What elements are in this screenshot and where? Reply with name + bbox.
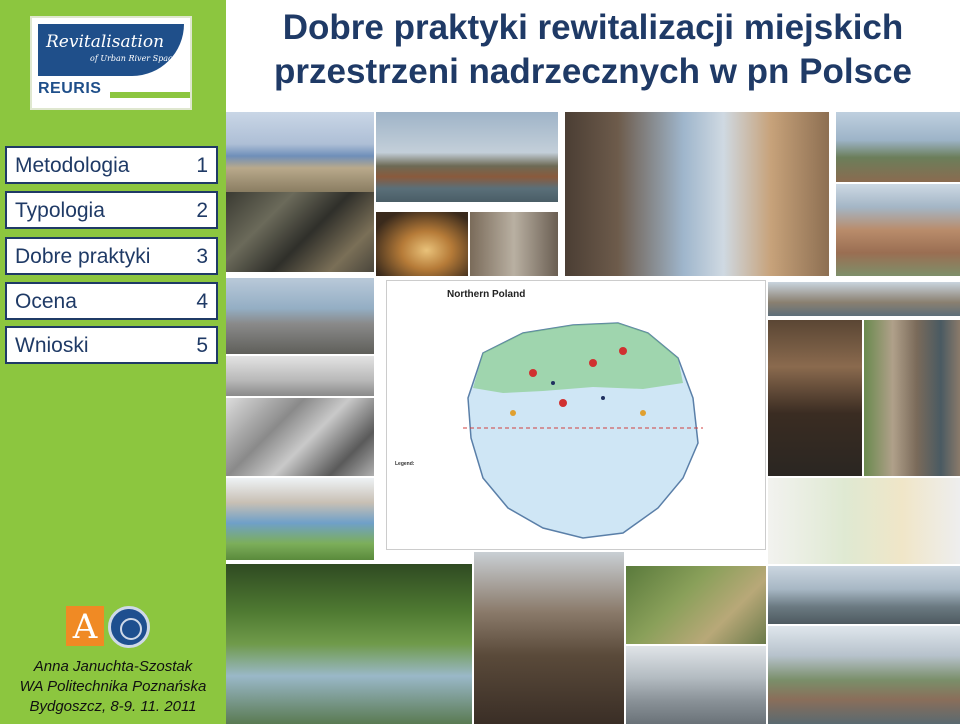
- poland-outline-map: [463, 322, 703, 539]
- photo-aerial-green: [626, 566, 766, 644]
- photo-brick-street: [470, 212, 558, 276]
- photo-historic-map: [226, 398, 374, 476]
- photo-boulevard: [626, 646, 766, 724]
- menu-item-typologia[interactable]: Typologia 2: [5, 191, 218, 229]
- photo-bridge-visualization: [226, 478, 374, 560]
- menu-label: Ocena: [15, 290, 77, 313]
- logo-script-text: Revitalisation: [46, 32, 165, 52]
- photo-route-plan: [768, 478, 960, 564]
- menu-number: 4: [196, 290, 208, 313]
- map-legend: Legend:: [395, 461, 475, 467]
- menu-number: 1: [196, 154, 208, 177]
- menu-label: Typologia: [15, 199, 105, 222]
- menu-item-ocena[interactable]: Ocena 4: [5, 282, 218, 320]
- logo-acronym-box: REURIS: [38, 80, 108, 100]
- author-name: Anna Januchta-Szostak: [33, 658, 193, 675]
- logo-acronym: REURIS: [38, 80, 102, 97]
- architecture-faculty-logo: A: [66, 606, 104, 647]
- photo-river-town: [836, 112, 960, 182]
- photo-gdansk-crane: [565, 112, 829, 276]
- author-affiliation: WA Politechnika Poznańska: [19, 678, 207, 695]
- northern-poland-map: Northern Poland Legend:: [386, 280, 766, 550]
- page-title: Dobre praktyki rewitalizacji miejskich p…: [230, 6, 956, 94]
- logo-banner: Revitalisation of Urban River Spaces: [38, 24, 184, 76]
- photo-riverside-promenade: [226, 278, 374, 354]
- photo-wooden-pavilion: [474, 552, 624, 724]
- map-title: Northern Poland: [447, 289, 526, 300]
- photo-port-lighthouse: [376, 112, 558, 202]
- photo-canal-walls: [864, 320, 960, 476]
- photo-riverside-panorama: [768, 282, 960, 316]
- menu-number: 3: [196, 245, 208, 268]
- photo-aerial-city-night: [226, 192, 374, 272]
- university-seal-logo: [108, 606, 150, 648]
- menu-number: 5: [196, 334, 208, 357]
- photo-panorama-model: [226, 356, 374, 396]
- photo-riverside-buildings: [768, 626, 960, 724]
- legend-title: Legend:: [395, 461, 415, 467]
- photo-river-embankment: [768, 566, 960, 624]
- photo-aerial-city: [836, 184, 960, 276]
- photo-green-river: [226, 564, 472, 724]
- menu-number: 2: [196, 199, 208, 222]
- title-line-2: przestrzeni nadrzecznych w pn Polsce: [274, 52, 912, 91]
- title-line-1: Dobre praktyki rewitalizacji miejskich: [282, 8, 904, 47]
- logo-stripe: [110, 92, 190, 98]
- photo-arched-passage: [376, 212, 468, 276]
- menu-label: Dobre praktyki: [15, 245, 151, 268]
- event-place-date: Bydgoszcz, 8-9. 11. 2011: [29, 698, 197, 715]
- photo-river-aerial: [226, 112, 374, 192]
- photo-cafe-terrace: [768, 320, 862, 476]
- menu-label: Wnioski: [15, 334, 89, 357]
- menu-item-dobre-praktyki[interactable]: Dobre praktyki 3: [5, 237, 218, 275]
- menu-label: Metodologia: [15, 154, 130, 177]
- menu-item-wnioski[interactable]: Wnioski 5: [5, 326, 218, 364]
- logo-subtitle: of Urban River Spaces: [90, 54, 182, 63]
- menu-item-metodologia[interactable]: Metodologia 1: [5, 146, 218, 184]
- reuris-logo: Revitalisation of Urban River Spaces REU…: [30, 16, 192, 110]
